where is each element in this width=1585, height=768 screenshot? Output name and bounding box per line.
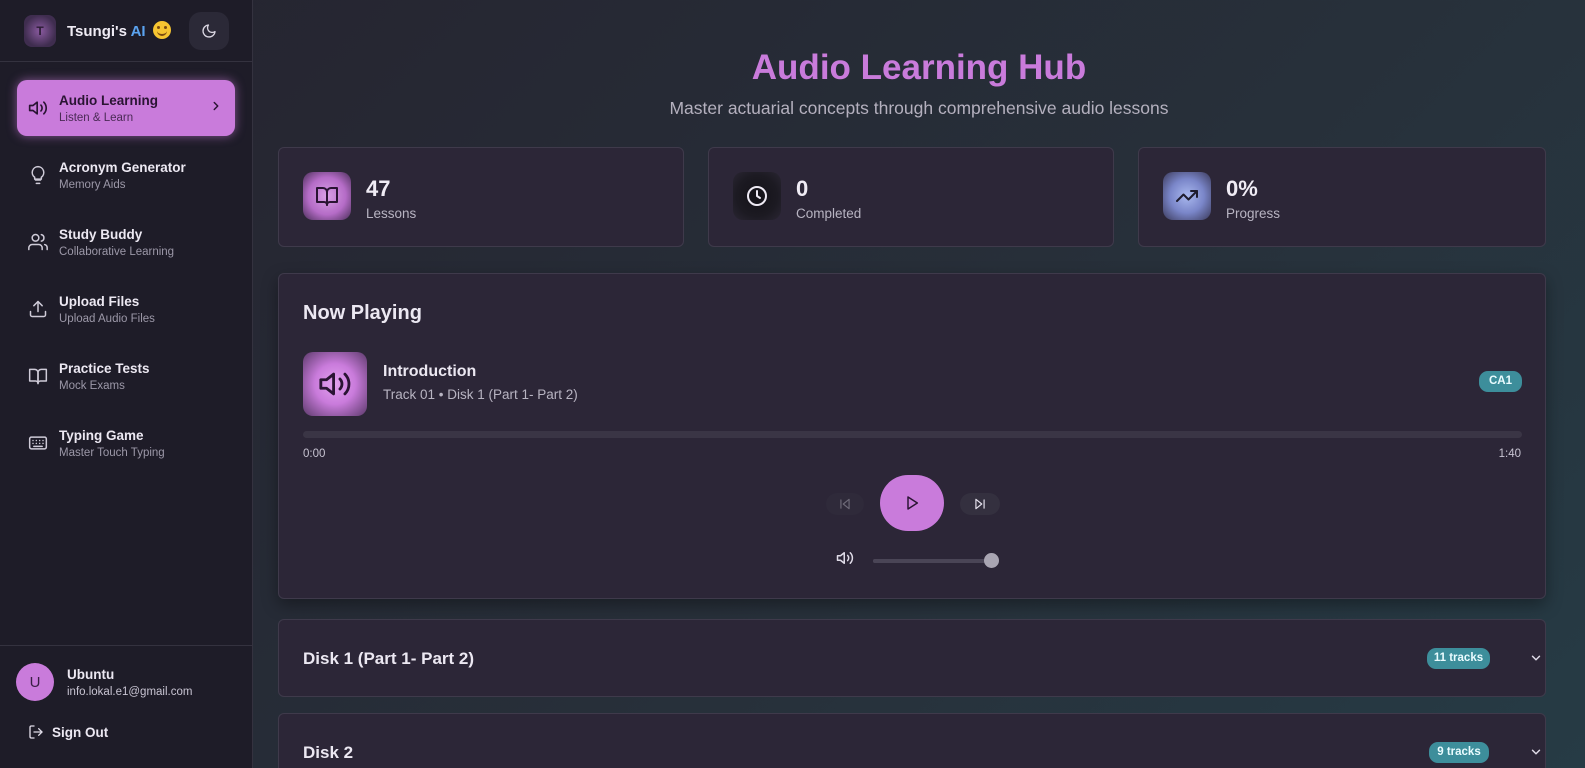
user-panel: U Ubuntu info.lokal.e1@gmail.com Sign Ou… <box>0 645 252 768</box>
track-count-badge: 11 tracks <box>1427 648 1490 669</box>
trending-up-icon <box>1163 172 1211 220</box>
sidebar-item-label: Typing Game <box>59 427 144 443</box>
now-playing-card: Now Playing Introduction Track 01 • Disk… <box>278 273 1546 599</box>
track-title: Introduction <box>383 363 477 380</box>
log-out-icon <box>29 725 43 739</box>
stat-label: Completed <box>796 206 862 221</box>
volume-icon[interactable] <box>836 549 854 567</box>
stat-label: Progress <box>1226 206 1281 221</box>
sidebar-item-study-buddy[interactable]: Study Buddy Collaborative Learning <box>17 214 235 270</box>
sidebar-item-label: Study Buddy <box>59 226 143 242</box>
speaker-icon <box>319 372 351 396</box>
disk-accordion-1[interactable]: Disk 1 (Part 1- Part 2) 11 tracks <box>278 619 1546 697</box>
brand-name-text: Tsungi's <box>67 23 127 40</box>
skip-forward-icon <box>975 498 985 510</box>
keyboard-icon <box>27 432 49 454</box>
volume-fill <box>873 559 999 563</box>
sidebar-item-sublabel: Upload Audio Files <box>59 312 155 325</box>
stat-card-lessons: 47 Lessons <box>278 147 684 247</box>
sidebar-item-acronym-generator[interactable]: Acronym Generator Memory Aids <box>17 147 235 203</box>
course-badge: CA1 <box>1479 371 1522 392</box>
chevron-right-icon <box>213 101 219 111</box>
disk-title: Disk 2 <box>303 743 354 762</box>
user-name: Ubuntu <box>67 667 115 682</box>
progress-bar[interactable] <box>303 431 1522 438</box>
stat-value: 0 <box>796 176 809 201</box>
theme-toggle-button[interactable] <box>189 12 229 50</box>
smile-emoji-icon <box>152 21 171 39</box>
play-icon <box>907 496 919 510</box>
stat-card-completed: 0 Completed <box>708 147 1114 247</box>
sidebar-item-label: Upload Files <box>59 293 140 309</box>
sidebar-item-sublabel: Mock Exams <box>59 379 125 392</box>
chevron-down-icon[interactable] <box>1529 745 1543 759</box>
sidebar-item-label: Practice Tests <box>59 360 150 376</box>
lightbulb-icon <box>27 164 49 186</box>
page-subtitle: Master actuarial concepts through compre… <box>669 98 1169 118</box>
stat-card-progress: 0% Progress <box>1138 147 1546 247</box>
stat-label: Lessons <box>366 206 417 221</box>
main-content: Audio Learning Hub Master actuarial conc… <box>253 0 1585 768</box>
sidebar-item-practice-tests[interactable]: Practice Tests Mock Exams <box>17 348 235 404</box>
speaker-icon <box>27 97 49 119</box>
upload-icon <box>27 298 49 320</box>
volume-slider[interactable] <box>873 559 999 563</box>
sidebar-item-upload-files[interactable]: Upload Files Upload Audio Files <box>17 281 235 337</box>
sidebar-item-sublabel: Master Touch Typing <box>59 446 165 459</box>
avatar[interactable]: U <box>16 663 54 701</box>
sidebar-item-typing-game[interactable]: Typing Game Master Touch Typing <box>17 415 235 471</box>
sidebar-nav: Audio Learning Listen & Learn Acronym Ge… <box>0 62 252 471</box>
disk-accordion-2[interactable]: Disk 2 9 tracks <box>278 713 1546 768</box>
clock-icon <box>733 172 781 220</box>
sidebar-item-sublabel: Collaborative Learning <box>59 245 175 258</box>
page-title: Audio Learning Hub <box>751 48 1087 87</box>
sidebar-item-sublabel: Listen & Learn <box>59 111 134 124</box>
current-time: 0:00 <box>303 448 326 460</box>
track-meta: Track 01 • Disk 1 (Part 1- Part 2) <box>383 387 578 402</box>
sidebar-item-audio-learning[interactable]: Audio Learning Listen & Learn <box>17 80 235 136</box>
brand-header: T Tsungi's AI <box>0 0 252 62</box>
next-track-button[interactable] <box>960 493 1000 515</box>
user-email: info.lokal.e1@gmail.com <box>67 686 193 698</box>
sidebar-item-label: Acronym Generator <box>59 159 186 175</box>
chevron-down-icon[interactable] <box>1529 651 1543 665</box>
sidebar-item-label: Audio Learning <box>59 92 158 108</box>
track-count-badge: 9 tracks <box>1429 742 1489 763</box>
disk-title: Disk 1 (Part 1- Part 2) <box>303 649 475 668</box>
sidebar-item-sublabel: Memory Aids <box>59 178 126 191</box>
play-button[interactable] <box>880 475 944 531</box>
previous-track-button[interactable] <box>826 493 864 515</box>
volume-slider-thumb[interactable] <box>984 553 999 568</box>
sidebar: T Tsungi's AI Audio Learning Listen & Le… <box>0 0 253 768</box>
duration: 1:40 <box>1498 448 1521 460</box>
brand-logo: T <box>24 14 56 47</box>
book-icon <box>27 365 49 387</box>
track-artwork <box>303 352 367 416</box>
skip-back-icon <box>840 498 850 510</box>
book-open-icon <box>303 172 351 220</box>
moon-icon <box>202 24 216 38</box>
users-icon <box>27 231 49 253</box>
now-playing-heading: Now Playing <box>303 302 422 324</box>
stat-value: 0% <box>1226 176 1258 201</box>
sign-out-label: Sign Out <box>52 724 109 740</box>
sign-out-button[interactable]: Sign Out <box>28 724 108 740</box>
brand-ai-text: AI <box>130 23 146 40</box>
stat-value: 47 <box>366 176 391 201</box>
brand-name: Tsungi's AI <box>67 21 171 40</box>
